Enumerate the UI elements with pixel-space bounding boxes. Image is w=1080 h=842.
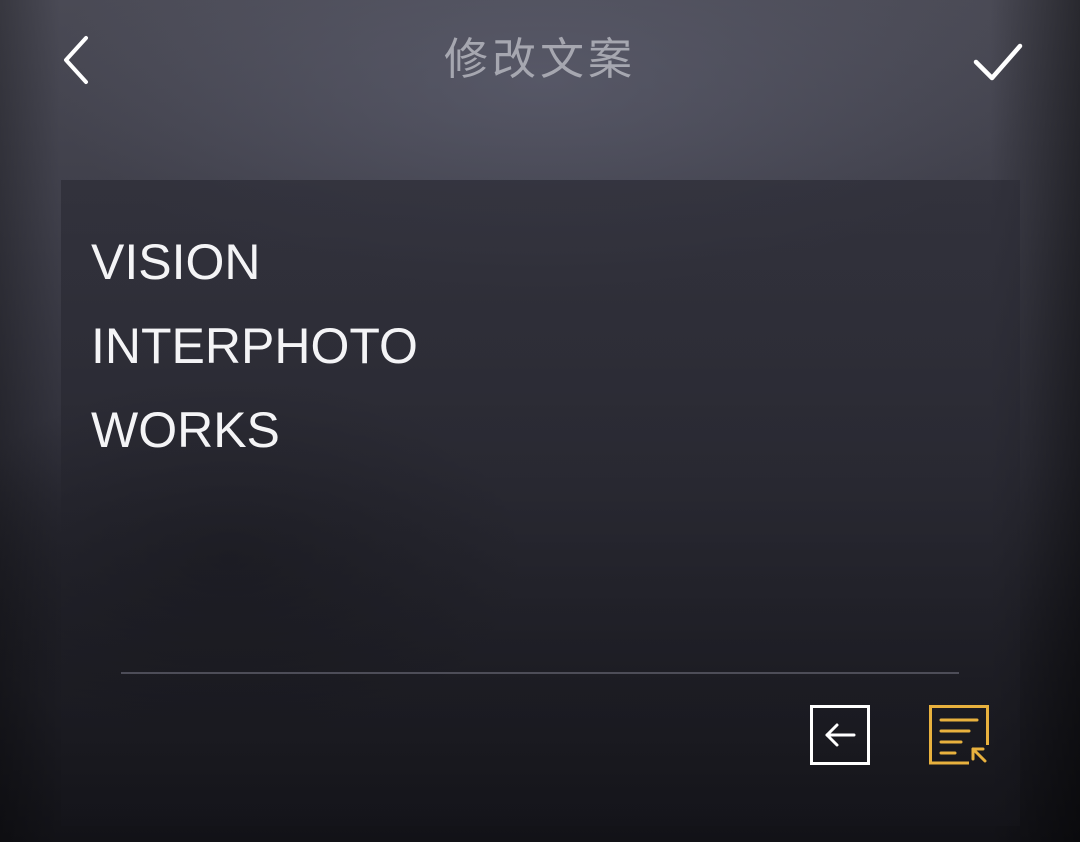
text-line: WORKS [91, 402, 280, 458]
text-format-icon [929, 705, 989, 765]
clear-text-button[interactable] [810, 705, 870, 765]
confirm-button[interactable] [968, 32, 1028, 92]
divider [121, 672, 959, 674]
backspace-arrow-icon [810, 705, 870, 765]
text-format-button[interactable] [929, 705, 989, 765]
header-bar: 修改文案 [0, 0, 1080, 130]
text-line: INTERPHOTO [91, 318, 418, 374]
page-title: 修改文案 [444, 34, 636, 85]
text-line: VISION [91, 234, 261, 290]
editor-panel: VISION INTERPHOTO WORKS [61, 180, 1020, 826]
caption-text-area[interactable]: VISION INTERPHOTO WORKS [91, 220, 971, 640]
checkmark-icon [973, 43, 1023, 81]
